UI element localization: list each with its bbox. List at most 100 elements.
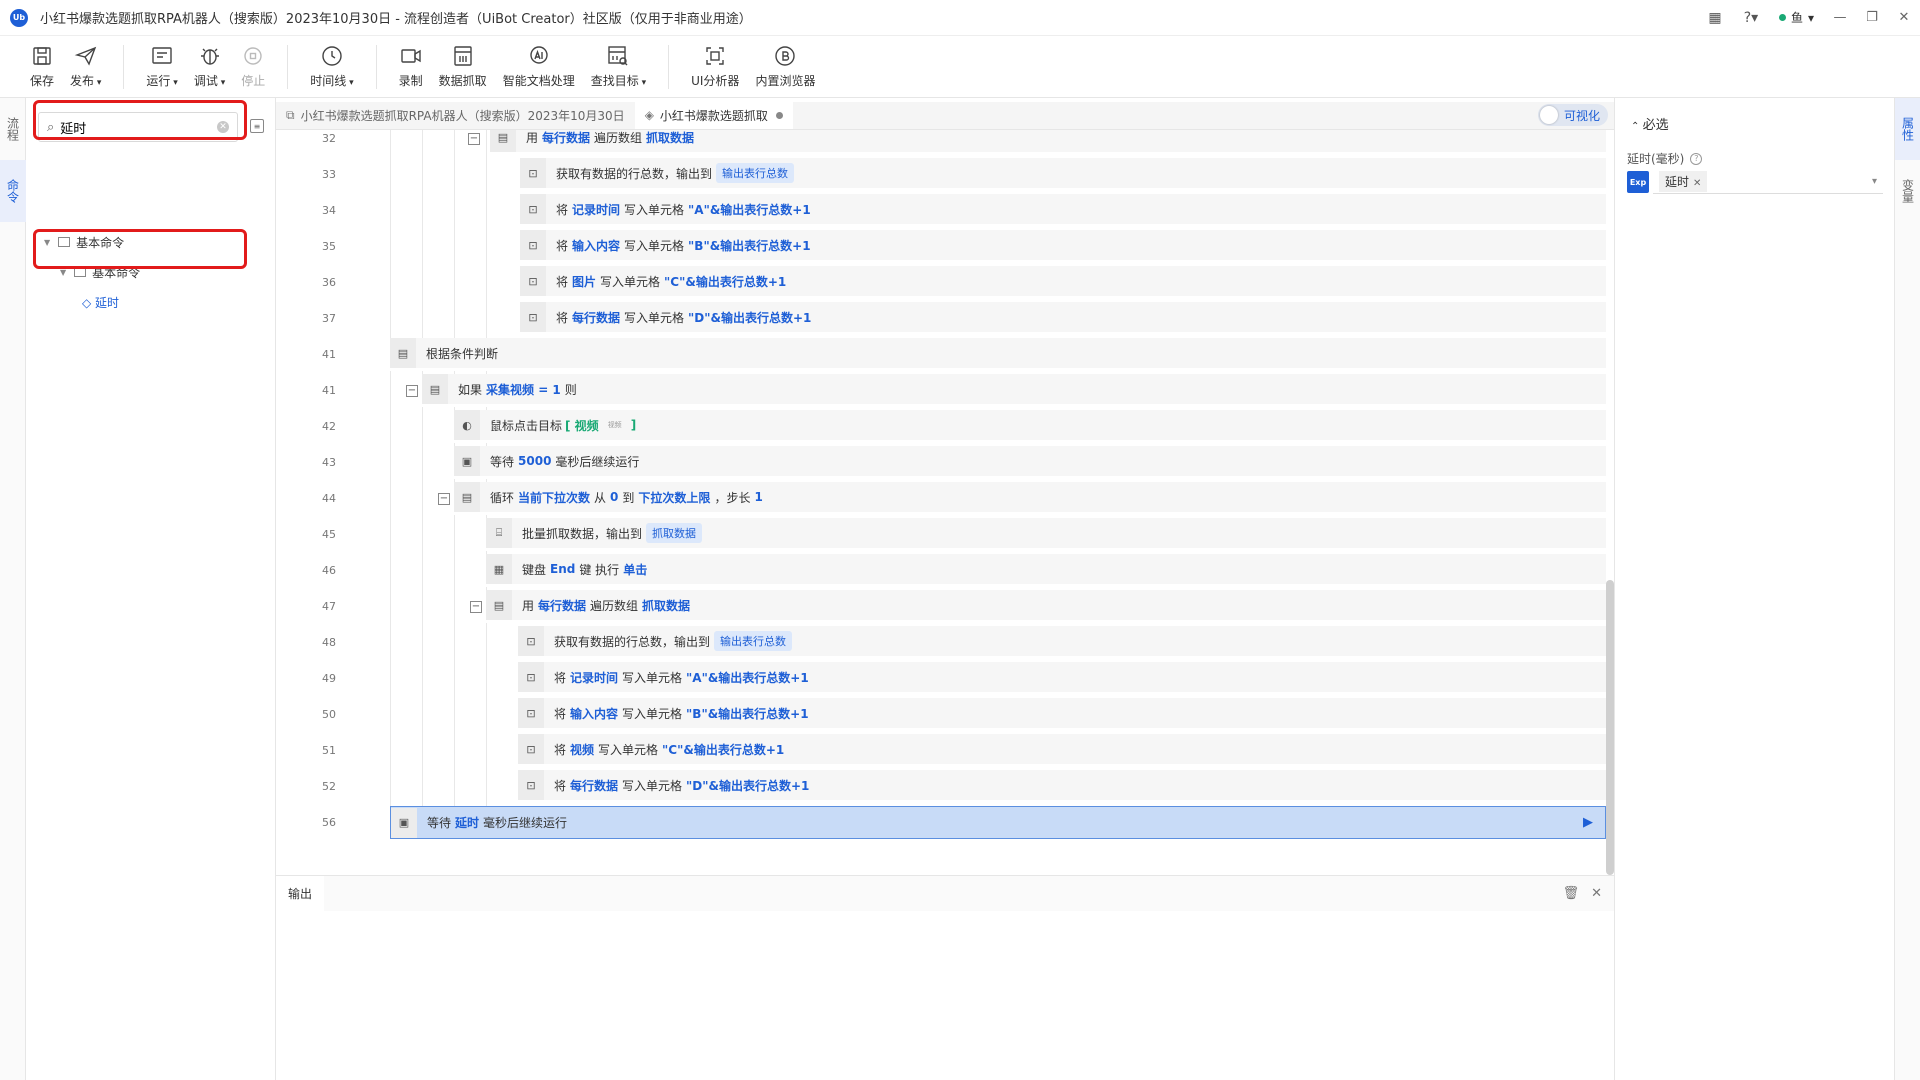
- code-line[interactable]: ⊡ 将输入内容 写入单元格 "B"&输出表行总数+1: [518, 698, 1606, 731]
- collapse-toggle-icon[interactable]: −: [406, 385, 418, 397]
- line-number: 49: [322, 672, 336, 685]
- tab-output[interactable]: 输出: [276, 875, 325, 912]
- code-line[interactable]: ⊡ 将记录时间 写入单元格 "A"&输出表行总数+1: [520, 194, 1606, 227]
- code-line[interactable]: ▤ 循环 当前下拉次数从 0 到下拉次数上限 ，步长 1: [454, 482, 1606, 515]
- code-line[interactable]: ⊡ 获取有数据的行总数，输出到 输出表行总数: [520, 158, 1606, 191]
- apps-grid-icon[interactable]: ▦: [1697, 0, 1733, 36]
- code-token: "B"&输出表行总数+1: [688, 238, 811, 253]
- code-token: 每行数据: [570, 778, 619, 793]
- find-target-button[interactable]: 查找目标: [583, 38, 654, 96]
- toolbar-divider: [668, 44, 670, 89]
- tab-flow[interactable]: 流程: [0, 98, 26, 160]
- line-number: 33: [322, 168, 336, 181]
- command-icon: ▤: [454, 482, 480, 512]
- code-line[interactable]: ▦ 键盘 End 键 执行 单击: [486, 554, 1606, 587]
- code-line[interactable]: ⊡ 将记录时间 写入单元格 "A"&输出表行总数+1: [518, 662, 1606, 695]
- code-token: 将: [554, 778, 567, 793]
- debug-button[interactable]: 调试: [186, 38, 233, 96]
- close-button[interactable]: ✕: [1888, 0, 1920, 36]
- visualize-toggle[interactable]: 可视化: [1537, 104, 1608, 126]
- code-editor[interactable]: 32− ▤ 用每行数据 遍历数组 抓取数据 33 ⊡ 获取有数据的行总数，输出到 输出表行总数 3…: [276, 130, 1614, 875]
- command-icon: ⊡: [518, 734, 544, 764]
- remove-chip-icon[interactable]: ✕: [1693, 178, 1701, 189]
- tab-attributes[interactable]: 属性: [1895, 98, 1920, 160]
- value-chip: 延时 ✕: [1659, 171, 1708, 192]
- collapse-toggle-icon[interactable]: −: [438, 493, 450, 505]
- code-token: 写入单元格: [598, 742, 659, 757]
- code-line[interactable]: ▤ 根据条件判断: [390, 338, 1606, 371]
- clock-icon: [322, 46, 342, 66]
- code-line[interactable]: ▤ 用每行数据 遍历数组 抓取数据: [486, 590, 1606, 623]
- code-line[interactable]: ⊡ 获取有数据的行总数，输出到 输出表行总数: [518, 626, 1606, 659]
- code-line[interactable]: ⊡ 将视频 写入单元格 "C"&输出表行总数+1: [518, 734, 1606, 767]
- expression-mode-button[interactable]: Exp: [1627, 171, 1649, 193]
- filter-icon[interactable]: ≡: [250, 119, 264, 133]
- code-line[interactable]: ▣ 等待 延时 毫秒后继续运行 ▶: [390, 806, 1606, 839]
- left-rail: 流程 命令: [0, 98, 26, 1080]
- save-button[interactable]: 保存: [22, 38, 62, 96]
- builtin-browser-button[interactable]: 内置浏览器: [747, 38, 823, 96]
- command-icon: ⊡: [518, 770, 544, 800]
- collapse-toggle-icon[interactable]: −: [468, 133, 480, 145]
- tree-node-delay[interactable]: ◇ 延时: [82, 292, 119, 312]
- code-line[interactable]: ⊡ 将每行数据 写入单元格 "D"&输出表行总数+1: [520, 302, 1606, 335]
- code-token: 写入单元格: [622, 670, 683, 685]
- code-line[interactable]: ⊡ 将图片 写入单元格 "C"&输出表行总数+1: [520, 266, 1606, 299]
- line-number: 47: [322, 600, 336, 613]
- close-icon[interactable]: ✕: [1591, 886, 1602, 901]
- video-camera-icon: [400, 49, 421, 63]
- window-title: 小红书爆款选题抓取RPA机器人（搜索版）2023年10月30日 - 流程创造者（…: [40, 12, 752, 27]
- editor-scrollbar[interactable]: [1606, 580, 1614, 875]
- code-line[interactable]: ⊡ 将输入内容 写入单元格 "B"&输出表行总数+1: [520, 230, 1606, 263]
- trash-icon[interactable]: 🗑: [1563, 886, 1580, 901]
- timeline-label: 时间线: [310, 72, 353, 89]
- code-token: 遍历数组: [590, 598, 639, 613]
- code-line[interactable]: ⌸ 批量抓取数据，输出到 抓取数据: [486, 518, 1606, 551]
- run-button[interactable]: 运行: [138, 38, 185, 96]
- code-token: 将: [556, 310, 569, 325]
- app-logo: Ub: [10, 8, 28, 27]
- smart-doc-button[interactable]: 智能文档处理: [495, 38, 583, 96]
- minimize-button[interactable]: —: [1824, 0, 1856, 36]
- data-scrape-button[interactable]: 数据抓取: [431, 38, 495, 96]
- tab-variables[interactable]: 变量: [1895, 160, 1920, 222]
- code-token: 每行数据: [542, 130, 591, 145]
- code-token: "C"&输出表行总数+1: [662, 742, 785, 757]
- code-token: 获取有数据的行总数，输出到: [554, 634, 711, 649]
- code-token: 输入内容: [572, 238, 621, 253]
- code-token: 将: [556, 202, 569, 217]
- code-line[interactable]: ▤ 如果 采集视频 = 1则: [422, 374, 1606, 407]
- tab-main-flow[interactable]: ⧉ 小红书爆款选题抓取RPA机器人（搜索版）2023年10月30日: [276, 101, 635, 129]
- code-line[interactable]: ▤ 用每行数据 遍历数组 抓取数据: [490, 130, 1606, 155]
- line-number: 34: [322, 204, 336, 217]
- stop-button[interactable]: 停止: [233, 38, 273, 96]
- help-icon[interactable]: ?▾: [1733, 0, 1769, 36]
- code-token: 毫秒后继续运行: [555, 454, 640, 469]
- code-token: End: [550, 562, 576, 576]
- publish-button[interactable]: 发布: [62, 38, 109, 96]
- code-line[interactable]: ▣ 等待 5000 毫秒后继续运行: [454, 446, 1606, 479]
- ui-analyzer-button[interactable]: UI分析器: [683, 38, 747, 96]
- line-number: 46: [322, 564, 336, 577]
- delay-ms-select[interactable]: 延时 ✕ ▾: [1653, 170, 1883, 194]
- code-token: 根据条件判断: [426, 346, 499, 361]
- user-name: 鱼: [1790, 11, 1803, 25]
- code-line[interactable]: ⊡ 将每行数据 写入单元格 "D"&输出表行总数+1: [518, 770, 1606, 803]
- tab-process-block[interactable]: ◈ 小红书爆款选题抓取: [634, 101, 793, 129]
- code-token: 抓取数据: [642, 598, 691, 613]
- timeline-button[interactable]: 时间线: [302, 38, 361, 96]
- user-menu[interactable]: 鱼 ▾: [1769, 9, 1824, 26]
- code-line[interactable]: ◐ 鼠标点击目标[ 视频 视频]: [454, 410, 1606, 443]
- help-icon[interactable]: ?: [1690, 152, 1703, 165]
- toolbar-divider: [123, 44, 125, 89]
- record-button[interactable]: 录制: [391, 38, 431, 96]
- code-token: 到: [622, 490, 635, 505]
- code-token: "D"&输出表行总数+1: [686, 778, 810, 793]
- required-section-header[interactable]: 必选: [1631, 114, 1669, 133]
- tab-command[interactable]: 命令: [0, 160, 26, 222]
- collapse-toggle-icon[interactable]: −: [470, 601, 482, 613]
- data-scrape-icon: [453, 46, 472, 66]
- run-line-icon[interactable]: ▶: [1583, 815, 1593, 830]
- command-icon: ⊡: [518, 626, 544, 656]
- restore-button[interactable]: ❐: [1856, 0, 1888, 36]
